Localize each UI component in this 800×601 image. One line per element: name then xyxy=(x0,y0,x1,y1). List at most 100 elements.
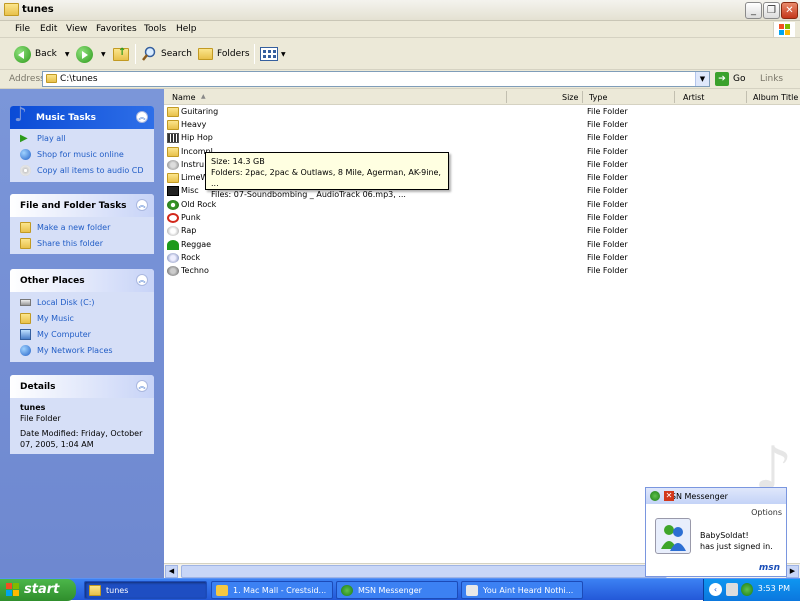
column-divider[interactable] xyxy=(674,91,675,103)
file-folder-tasks-title: File and Folder Tasks xyxy=(20,201,127,211)
address-input[interactable]: C:\tunes ▼ xyxy=(42,71,710,87)
msn-buddy-icon xyxy=(650,491,660,501)
column-size[interactable]: Size xyxy=(562,93,578,102)
local-disk-label: Local Disk (C:) xyxy=(37,297,95,307)
maximize-button[interactable]: ❐ xyxy=(763,2,780,19)
menu-help[interactable]: Help xyxy=(176,24,197,34)
my-network-places-label: My Network Places xyxy=(37,345,113,355)
msn-notification-header: MSN Messenger ✕ xyxy=(646,488,786,504)
taskbar-item-you-aint-heard[interactable]: You Aint Heard Nothi... xyxy=(461,581,583,599)
table-row[interactable]: Punk File Folder xyxy=(164,212,800,225)
address-label: Address xyxy=(9,74,45,84)
msn-icon xyxy=(341,585,353,596)
msn-avatar xyxy=(655,518,691,554)
dropdown-icon: ▼ xyxy=(281,50,286,58)
menu-favorites[interactable]: Favorites xyxy=(96,24,137,34)
folders-button[interactable]: Folders xyxy=(198,44,250,64)
column-divider[interactable] xyxy=(582,91,583,103)
menu-tools[interactable]: Tools xyxy=(144,24,166,34)
table-row[interactable]: Hip Hop File Folder xyxy=(164,132,800,145)
techno-folder-icon xyxy=(167,266,179,276)
table-row[interactable]: Guitaring File Folder xyxy=(164,106,800,119)
collapse-chevron-icon[interactable]: ︽ xyxy=(136,274,148,286)
back-button[interactable]: Back ▼ xyxy=(14,44,69,64)
start-label: start xyxy=(24,582,60,597)
links-button[interactable]: Links xyxy=(760,74,783,84)
file-folder-tasks-header[interactable]: File and Folder Tasks ︽ xyxy=(10,194,154,217)
table-row[interactable]: Rap File Folder xyxy=(164,225,800,238)
minimize-button[interactable]: _ xyxy=(745,2,762,19)
dropdown-icon[interactable]: ▼ xyxy=(101,51,106,58)
taskbar-item-tunes[interactable]: tunes xyxy=(84,581,207,599)
up-folder-button[interactable]: ↑ xyxy=(113,44,129,64)
msn-tray-icon[interactable] xyxy=(741,583,753,596)
file-type: File Folder xyxy=(587,240,628,249)
back-arrow-icon xyxy=(14,45,31,63)
file-type: File Folder xyxy=(587,107,628,116)
table-row[interactable]: Techno File Folder xyxy=(164,265,800,278)
collapse-chevron-icon[interactable]: ︽ xyxy=(136,380,148,392)
folder-icon xyxy=(46,74,57,83)
file-name: Reggae xyxy=(181,240,212,249)
tray-expand-icon[interactable]: ‹ xyxy=(709,583,722,596)
make-new-folder-link[interactable]: Make a new folder xyxy=(10,219,154,235)
my-music-link[interactable]: My Music xyxy=(10,310,154,326)
copy-to-cd-link[interactable]: Copy all items to audio CD xyxy=(10,162,154,178)
address-dropdown-button[interactable]: ▼ xyxy=(695,72,709,86)
menu-edit[interactable]: Edit xyxy=(40,24,57,34)
scroll-thumb[interactable] xyxy=(181,565,667,578)
go-button[interactable]: ➔ Go xyxy=(715,72,745,86)
column-headers: Name ▲ Size Type Artist Album Title xyxy=(164,89,800,105)
msn-messenger-notification[interactable]: MSN Messenger ✕ Options BabySoldat! has … xyxy=(645,487,787,577)
taskbar-item-msn-messenger[interactable]: MSN Messenger xyxy=(336,581,458,599)
table-row[interactable]: Rock File Folder xyxy=(164,252,800,265)
start-button[interactable]: start xyxy=(0,579,76,601)
title-bar[interactable]: tunes _ ❐ ✕ xyxy=(0,0,800,21)
shop-music-link[interactable]: Shop for music online xyxy=(10,146,154,162)
drive-icon xyxy=(20,298,31,306)
details-title: Details xyxy=(20,382,56,392)
scroll-right-button[interactable]: ▶ xyxy=(786,565,799,578)
file-type: File Folder xyxy=(587,186,628,195)
music-tasks-header[interactable]: ♪ Music Tasks ︽ xyxy=(10,102,154,129)
column-type[interactable]: Type xyxy=(589,93,607,102)
table-row[interactable]: Reggae File Folder xyxy=(164,239,800,252)
volume-icon[interactable] xyxy=(726,583,738,596)
column-divider[interactable] xyxy=(746,91,747,103)
column-divider[interactable] xyxy=(506,91,507,103)
local-disk-link[interactable]: Local Disk (C:) xyxy=(10,294,154,310)
column-artist[interactable]: Artist xyxy=(683,93,704,102)
msn-logo: msn xyxy=(758,563,780,573)
search-button[interactable]: Search xyxy=(141,44,192,64)
details-header[interactable]: Details ︽ xyxy=(10,375,154,398)
table-row[interactable]: Old Rock File Folder xyxy=(164,199,800,212)
dropdown-icon[interactable]: ▼ xyxy=(65,51,70,58)
file-name: Misc xyxy=(181,186,199,195)
column-name[interactable]: Name xyxy=(172,93,196,102)
views-button[interactable]: ▼ xyxy=(260,44,286,64)
forward-button[interactable]: ▼ xyxy=(76,44,106,64)
punk-folder-icon xyxy=(167,213,179,223)
share-folder-link[interactable]: Share this folder xyxy=(10,235,154,251)
file-type: File Folder xyxy=(587,200,628,209)
play-all-link[interactable]: ▶ Play all xyxy=(10,130,154,146)
close-button[interactable]: ✕ xyxy=(781,2,798,19)
other-places-header[interactable]: Other Places ︽ xyxy=(10,269,154,292)
column-album-title[interactable]: Album Title xyxy=(753,93,798,102)
my-network-places-link[interactable]: My Network Places xyxy=(10,342,154,358)
my-computer-label: My Computer xyxy=(37,329,91,339)
other-places-title: Other Places xyxy=(20,276,85,286)
file-name: Hip Hop xyxy=(181,133,213,142)
old-rock-folder-icon xyxy=(167,200,179,210)
table-row[interactable]: Heavy File Folder xyxy=(164,119,800,132)
collapse-chevron-icon[interactable]: ︽ xyxy=(136,111,148,123)
collapse-chevron-icon[interactable]: ︽ xyxy=(136,199,148,211)
taskbar-item-mac-mall[interactable]: 1. Mac Mall - Crestsid... xyxy=(211,581,333,599)
menu-file[interactable]: File xyxy=(15,24,30,34)
menu-view[interactable]: View xyxy=(66,24,87,34)
msn-options-link[interactable]: Options xyxy=(751,508,782,517)
scroll-left-button[interactable]: ◀ xyxy=(165,565,178,578)
close-icon[interactable]: ✕ xyxy=(664,491,674,501)
clock[interactable]: 3:53 PM xyxy=(758,584,790,593)
my-computer-link[interactable]: My Computer xyxy=(10,326,154,342)
